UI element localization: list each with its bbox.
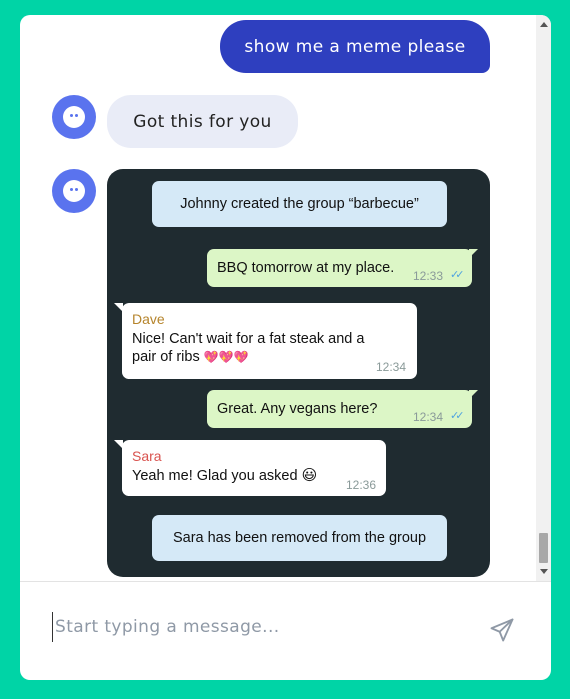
scroll-up-arrow-icon[interactable]: [540, 22, 548, 27]
incoming-message: Sara Yeah me! Glad you asked 😃 12:36: [114, 440, 386, 496]
system-message: Sara has been removed from the group: [152, 515, 447, 561]
sender-name: Dave: [132, 311, 165, 327]
system-removed-text: Sara has been removed from the group: [172, 530, 427, 546]
message-list: show me a meme please Got this for you J…: [20, 15, 536, 581]
outgoing-message: Great. Any vegans here? 12:34 ✓✓: [207, 390, 478, 428]
bot-message-bubble: Got this for you: [107, 95, 298, 148]
double-check-icon: ✓✓: [450, 269, 465, 281]
paper-plane-icon[interactable]: [488, 616, 516, 644]
message-input[interactable]: [52, 612, 472, 642]
message-time: 12:33: [413, 269, 444, 283]
bot-avatar: [52, 169, 96, 213]
user-message-bubble: show me a meme please: [220, 20, 490, 73]
bot-face-icon: [63, 180, 85, 202]
scroll-down-arrow-icon[interactable]: [540, 569, 548, 574]
scrollbar[interactable]: [536, 15, 551, 581]
message-text: pair of ribs: [132, 349, 200, 365]
system-created-text: Johnny created the group “barbecue”: [180, 196, 419, 212]
message-text: Nice! Can't wait for a fat steak and a: [132, 331, 365, 347]
incoming-message: Dave Nice! Can't wait for a fat steak an…: [114, 303, 417, 379]
heart-emoji: 💖💖💖: [203, 350, 249, 364]
double-check-icon: ✓✓: [450, 410, 465, 422]
message-time: 12:34: [413, 410, 444, 424]
message-composer: [20, 582, 551, 680]
message-text: Great. Any vegans here?: [217, 401, 378, 417]
meme-image[interactable]: Johnny created the group “barbecue” BBQ …: [107, 169, 490, 577]
message-text: BBQ tomorrow at my place.: [217, 260, 395, 276]
message-time: 12:36: [346, 478, 377, 492]
chat-window: show me a meme please Got this for you J…: [20, 15, 551, 680]
scroll-thumb[interactable]: [539, 533, 548, 563]
system-message: Johnny created the group “barbecue”: [152, 181, 447, 227]
bot-face-icon: [63, 106, 85, 128]
bot-avatar: [52, 95, 96, 139]
message-text: Yeah me! Glad you asked: [132, 468, 298, 484]
outgoing-message: BBQ tomorrow at my place. 12:33 ✓✓: [207, 249, 478, 287]
smiley-emoji: 😃: [301, 467, 318, 484]
message-time: 12:34: [376, 360, 407, 374]
sender-name: Sara: [132, 448, 162, 464]
